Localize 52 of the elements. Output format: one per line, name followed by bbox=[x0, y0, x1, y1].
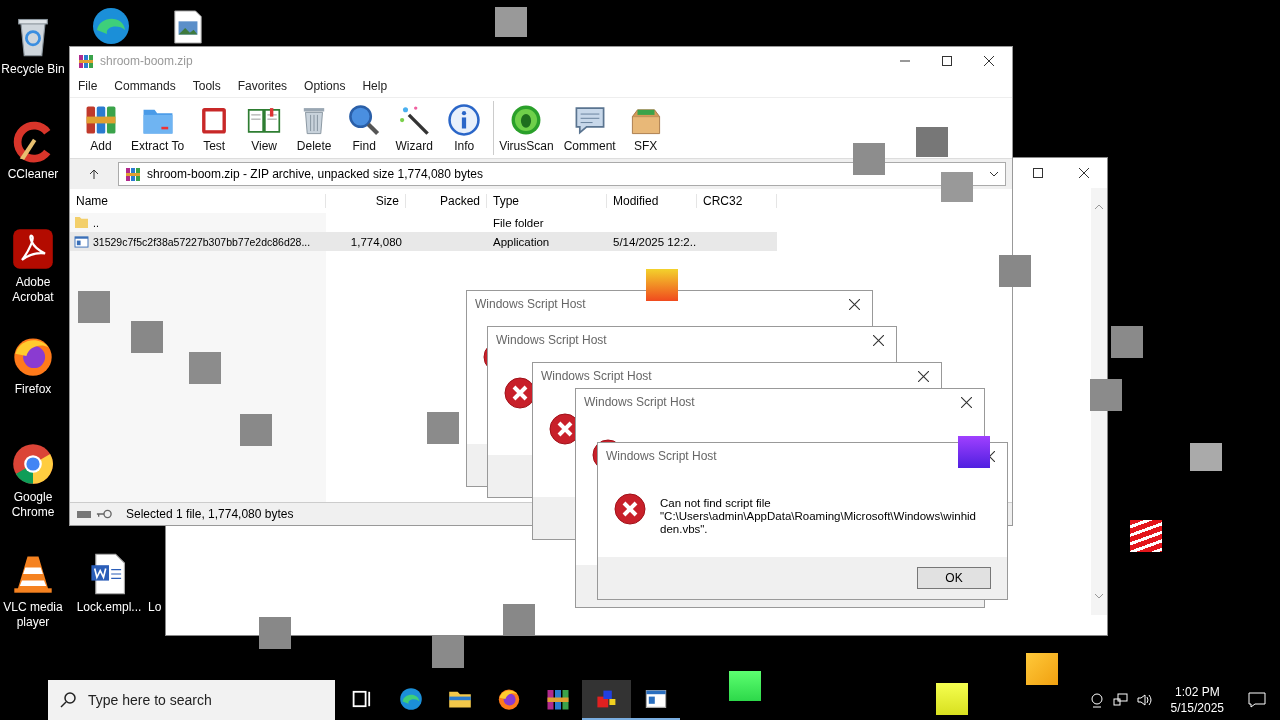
menu-item[interactable]: File bbox=[78, 79, 98, 93]
toolbar-button[interactable]: View bbox=[239, 101, 290, 155]
toolbar-button[interactable]: Wizard bbox=[389, 101, 440, 155]
desktop-icon-label[interactable]: VLC media player bbox=[0, 600, 66, 630]
column-header[interactable]: Modified bbox=[607, 194, 697, 208]
desktop-icon-label[interactable]: Adobe Acrobat bbox=[0, 275, 66, 305]
file-size: 1,774,080 bbox=[350, 235, 402, 248]
menu-item[interactable]: Options bbox=[304, 79, 346, 93]
file-name: 31529c7f5c2f38a57227b307bb77e2dc86d28... bbox=[93, 235, 311, 248]
dialog-title: Windows Script Host bbox=[584, 395, 695, 409]
file-type: Application bbox=[493, 235, 550, 248]
file-modified: 5/14/2025 12:2... bbox=[613, 235, 697, 248]
column-header[interactable]: CRC32 bbox=[697, 194, 777, 208]
desktop-icon-label[interactable]: Firefox bbox=[14, 382, 52, 397]
dialog-title: Windows Script Host bbox=[606, 449, 717, 463]
toolbar-button[interactable]: Test bbox=[189, 101, 240, 155]
dialog-title: Windows Script Host bbox=[496, 333, 607, 347]
toolbar-button[interactable]: Info bbox=[439, 101, 490, 155]
status-text: Selected 1 file, 1,774,080 bytes bbox=[126, 507, 294, 521]
search-field[interactable]: Type here to search bbox=[48, 680, 335, 720]
menu-item[interactable]: Tools bbox=[192, 79, 221, 93]
file-name: .. bbox=[93, 216, 99, 229]
toolbar-button[interactable]: Extract To bbox=[126, 101, 190, 155]
toolbar-button[interactable]: Comment bbox=[558, 101, 621, 155]
toolbar-button[interactable]: SFX bbox=[620, 101, 671, 155]
file-type: File folder bbox=[493, 216, 544, 229]
toolbar-button[interactable]: Add bbox=[76, 101, 126, 155]
desktop-icon-label[interactable]: Lo bbox=[148, 600, 162, 615]
toolbar-button[interactable]: Delete bbox=[289, 101, 340, 155]
dialog-title: Windows Script Host bbox=[475, 297, 586, 311]
desktop-icon-label[interactable]: Recycle Bin bbox=[1, 62, 65, 77]
desktop-icon-label[interactable]: CCleaner bbox=[7, 167, 59, 182]
file-row[interactable]: 31529c7f5c2f38a57227b307bb77e2dc86d28... 1,774,080 Application 5/14/2025 12:2... bbox=[70, 232, 777, 251]
toolbar-button[interactable]: VirusScan bbox=[493, 101, 559, 155]
error-message: Can not find script file "C:\Users\admin\AppData\Roaming\Microsoft\Windows\winhidden.vbs". bbox=[660, 497, 977, 536]
toolbar-button[interactable]: Find bbox=[339, 101, 390, 155]
desktop-icon-label[interactable]: Google Chrome bbox=[0, 490, 66, 520]
menu-item[interactable]: Commands bbox=[114, 79, 176, 93]
column-header[interactable]: Type bbox=[487, 194, 607, 208]
ok-button[interactable]: OK bbox=[917, 567, 991, 589]
clock-time[interactable]: 1:02 PM bbox=[1174, 684, 1220, 700]
column-header[interactable]: Packed bbox=[406, 194, 487, 208]
column-header[interactable]: Name bbox=[70, 194, 326, 208]
address-field[interactable]: shroom-boom.zip - ZIP archive, unpacked size 1,774,080 bytes bbox=[118, 162, 1006, 186]
file-row[interactable]: .. File folder bbox=[70, 213, 777, 232]
desktop-icon-label[interactable]: Lock.empl... bbox=[76, 600, 142, 615]
menu-item[interactable]: Help bbox=[362, 79, 388, 93]
column-header[interactable]: Size bbox=[326, 194, 406, 208]
clock-date[interactable]: 5/15/2025 bbox=[1170, 700, 1224, 716]
dialog-title: Windows Script Host bbox=[541, 369, 652, 383]
menu-item[interactable]: Favorites bbox=[237, 79, 288, 93]
window-title: shroom-boom.zip bbox=[100, 54, 193, 68]
